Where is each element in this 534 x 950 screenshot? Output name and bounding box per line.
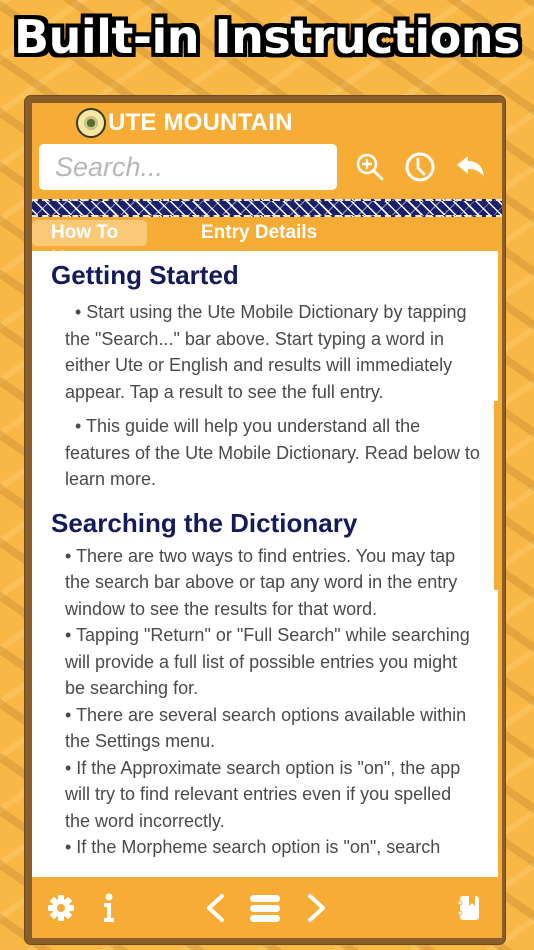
instruction-item: • Start using the Ute Mobile Dictionary … [65,302,467,402]
back-reply-icon[interactable] [453,150,487,184]
search-input[interactable] [53,150,337,184]
settings-gear-icon[interactable] [46,893,76,923]
app-header: UTE MOUNTAIN [76,107,293,139]
app-window: UTE MOUNTAIN How To Use Entry Details Ge… [32,103,502,938]
menu-icon[interactable] [249,893,281,923]
tab-how-to-use[interactable]: How To Use [32,220,147,269]
section-heading-searching: Searching the Dictionary [51,507,358,538]
instruction-item: • If the Approximate search option is "o… [65,757,461,831]
info-icon[interactable] [100,893,118,923]
history-clock-icon[interactable] [403,150,437,184]
scrollbar-thumb[interactable] [494,401,498,590]
brand-name: UTE MOUNTAIN [108,109,293,136]
previous-chevron-icon[interactable] [204,893,226,923]
tab-bar: How To Use Entry Details [32,220,502,269]
section-heading-getting-started: Getting Started [51,260,239,290]
zoom-in-icon[interactable] [353,150,387,184]
search-bar[interactable] [39,144,337,190]
instruction-item: • Tapping "Return" or "Full Search" whil… [65,625,470,698]
instruction-item: • There are several search options avail… [65,704,467,752]
promo-title: Built-in Instructions [14,10,520,64]
decorative-border-band [32,199,502,217]
next-chevron-icon[interactable] [306,893,328,923]
instructions-content[interactable]: Getting Started • Start using the Ute Mo… [32,251,498,877]
tab-entry-details[interactable]: Entry Details [182,220,336,246]
instruction-item: • If the Morpheme search option is "on",… [65,837,441,857]
bottom-toolbar [32,877,502,938]
tribal-seal-icon [76,108,106,138]
instruction-item: • There are two ways to find entries. Yo… [65,545,458,619]
bookmark-notebook-icon[interactable] [457,893,481,923]
instruction-item: • This guide will help you understand al… [65,416,480,489]
